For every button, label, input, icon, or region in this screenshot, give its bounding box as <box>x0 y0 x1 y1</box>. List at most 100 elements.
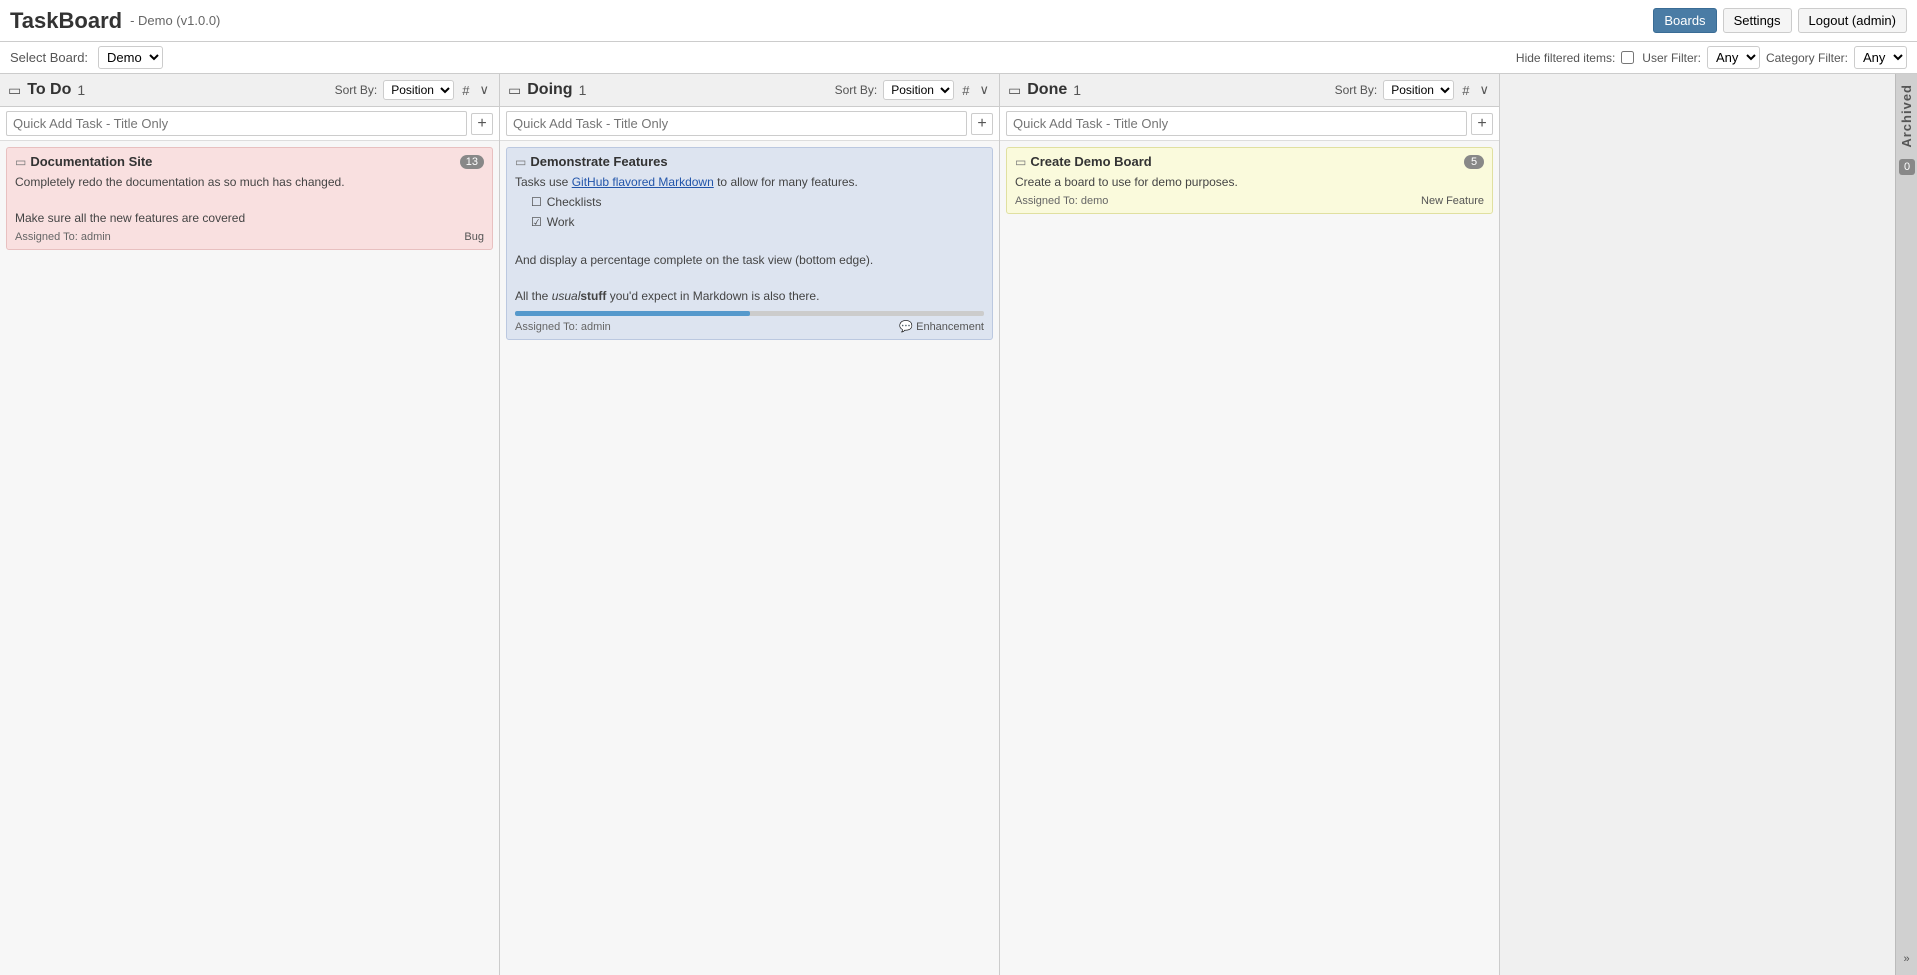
checklist-label-checklists: Checklists <box>547 193 602 211</box>
app-title: TaskBoard <box>10 8 122 34</box>
doing-count: 1 <box>579 82 587 98</box>
card-demo-features-category: 💬 Enhancement <box>899 320 984 333</box>
github-markdown-link[interactable]: GitHub flavored Markdown <box>572 175 714 189</box>
todo-chevron-icon[interactable]: ∨ <box>477 82 491 98</box>
todo-column-body: ▭ Documentation Site 13 Completely redo … <box>0 141 499 975</box>
done-quick-add-row: + <box>1000 107 1499 141</box>
done-sort-select[interactable]: Position <box>1383 80 1454 100</box>
doing-column-body: ▭ Demonstrate Features Tasks use GitHub … <box>500 141 999 975</box>
column-done-header: ▭ Done 1 Sort By: Position # ∨ <box>1000 74 1499 107</box>
done-hash-icon[interactable]: # <box>1460 83 1471 98</box>
archived-label[interactable]: Archived <box>1899 84 1914 148</box>
doing-chevron-icon[interactable]: ∨ <box>977 82 991 98</box>
column-todo: ▭ To Do 1 Sort By: Position # ∨ + ▭ <box>0 74 500 975</box>
card-demo-features-progress-container <box>515 311 984 316</box>
checklist-item-work: ☑ Work <box>531 213 984 231</box>
card-create-demo-footer: Assigned To: demo New Feature <box>1015 195 1484 207</box>
done-sort-label: Sort By: <box>1335 83 1378 97</box>
hide-filtered-checkbox[interactable] <box>1621 51 1634 64</box>
card-create-demo-body: Create a board to use for demo purposes. <box>1015 173 1484 191</box>
table-row[interactable]: ▭ Demonstrate Features Tasks use GitHub … <box>506 147 993 340</box>
card-doc-site-title: Documentation Site <box>30 154 455 169</box>
done-quick-add-button[interactable]: + <box>1471 113 1493 135</box>
boards-button[interactable]: Boards <box>1653 8 1716 33</box>
done-column-body: ▭ Create Demo Board 5 Create a board to … <box>1000 141 1499 975</box>
bold-text: stuff <box>580 289 606 303</box>
card-demo-features-icon: ▭ <box>515 155 526 169</box>
category-filter-label: Category Filter: <box>1766 51 1848 65</box>
italic-text: usual <box>552 289 581 303</box>
archived-sidebar: Archived 0 » <box>1895 74 1917 975</box>
archived-arrow-icon[interactable]: » <box>1903 953 1909 965</box>
toolbar: Select Board: Demo Hide filtered items: … <box>0 42 1917 74</box>
checked-icon: ☑ <box>531 213 542 231</box>
header-right: Boards Settings Logout (admin) <box>1653 8 1907 33</box>
card-doc-site-assigned: Assigned To: admin <box>15 231 111 243</box>
checklist-label-work: Work <box>547 213 575 231</box>
done-quick-add-input[interactable] <box>1006 111 1467 136</box>
select-board-label: Select Board: <box>10 50 88 65</box>
todo-count: 1 <box>77 82 85 98</box>
column-done: ▭ Done 1 Sort By: Position # ∨ + ▭ <box>1000 74 1500 975</box>
todo-sort-label: Sort By: <box>335 83 378 97</box>
card-demo-features-assigned: Assigned To: admin <box>515 321 611 333</box>
app-subtitle: - Demo (v1.0.0) <box>130 13 220 28</box>
doing-quick-add-button[interactable]: + <box>971 113 993 135</box>
card-create-demo-assigned: Assigned To: demo <box>1015 195 1108 207</box>
column-doing: ▭ Doing 1 Sort By: Position # ∨ + ▭ <box>500 74 1000 975</box>
board-area: ▭ To Do 1 Sort By: Position # ∨ + ▭ <box>0 74 1917 975</box>
todo-hash-icon[interactable]: # <box>460 83 471 98</box>
header-left: TaskBoard - Demo (v1.0.0) <box>10 8 220 34</box>
settings-button[interactable]: Settings <box>1723 8 1792 33</box>
doing-title: Doing <box>527 81 572 99</box>
done-collapse-icon[interactable]: ▭ <box>1008 82 1021 99</box>
card-demo-features-header: ▭ Demonstrate Features <box>515 154 984 169</box>
card-demo-features-progress-fill <box>515 311 750 316</box>
doing-quick-add-input[interactable] <box>506 111 967 136</box>
doing-quick-add-row: + <box>500 107 999 141</box>
logout-button[interactable]: Logout (admin) <box>1798 8 1907 33</box>
done-title: Done <box>1027 81 1067 99</box>
table-row[interactable]: ▭ Create Demo Board 5 Create a board to … <box>1006 147 1493 214</box>
doing-collapse-icon[interactable]: ▭ <box>508 82 521 99</box>
column-doing-header: ▭ Doing 1 Sort By: Position # ∨ <box>500 74 999 107</box>
checklist-item-checklists: ☐ Checklists <box>531 193 984 211</box>
todo-title: To Do <box>27 81 71 99</box>
columns-container: ▭ To Do 1 Sort By: Position # ∨ + ▭ <box>0 74 1895 975</box>
card-demo-features-title: Demonstrate Features <box>530 154 984 169</box>
card-create-demo-header: ▭ Create Demo Board 5 <box>1015 154 1484 169</box>
card-doc-site-footer: Assigned To: admin Bug <box>15 231 484 243</box>
card-doc-site-header: ▭ Documentation Site 13 <box>15 154 484 169</box>
enhancement-icon: 💬 <box>899 320 913 333</box>
card-doc-site-icon: ▭ <box>15 155 26 169</box>
card-create-demo-badge: 5 <box>1464 155 1484 169</box>
card-doc-site-body: Completely redo the documentation as so … <box>15 173 484 227</box>
board-select[interactable]: Demo <box>98 46 163 69</box>
done-count: 1 <box>1073 82 1081 98</box>
doing-hash-icon[interactable]: # <box>960 83 971 98</box>
card-doc-site-badge: 13 <box>460 155 484 169</box>
todo-collapse-icon[interactable]: ▭ <box>8 82 21 99</box>
doing-sort-select[interactable]: Position <box>883 80 954 100</box>
card-demo-features-footer: Assigned To: admin 💬 Enhancement <box>515 320 984 333</box>
todo-sort-select[interactable]: Position <box>383 80 454 100</box>
doing-sort-label: Sort By: <box>835 83 878 97</box>
column-todo-header: ▭ To Do 1 Sort By: Position # ∨ <box>0 74 499 107</box>
user-filter-select[interactable]: Any <box>1707 46 1760 69</box>
done-chevron-icon[interactable]: ∨ <box>1477 82 1491 98</box>
table-row[interactable]: ▭ Documentation Site 13 Completely redo … <box>6 147 493 250</box>
todo-quick-add-input[interactable] <box>6 111 467 136</box>
card-doc-site-category: Bug <box>464 231 484 243</box>
category-filter-select[interactable]: Any <box>1854 46 1907 69</box>
unchecked-icon: ☐ <box>531 193 542 211</box>
app-header: TaskBoard - Demo (v1.0.0) Boards Setting… <box>0 0 1917 42</box>
card-create-demo-title: Create Demo Board <box>1030 154 1460 169</box>
user-filter-label: User Filter: <box>1642 51 1701 65</box>
card-create-demo-category: New Feature <box>1421 195 1484 207</box>
hide-filtered-label: Hide filtered items: <box>1516 51 1615 65</box>
todo-quick-add-button[interactable]: + <box>471 113 493 135</box>
card-demo-features-body: Tasks use GitHub flavored Markdown to al… <box>515 173 984 305</box>
card-create-demo-icon: ▭ <box>1015 155 1026 169</box>
archived-badge: 0 <box>1899 159 1915 175</box>
todo-quick-add-row: + <box>0 107 499 141</box>
